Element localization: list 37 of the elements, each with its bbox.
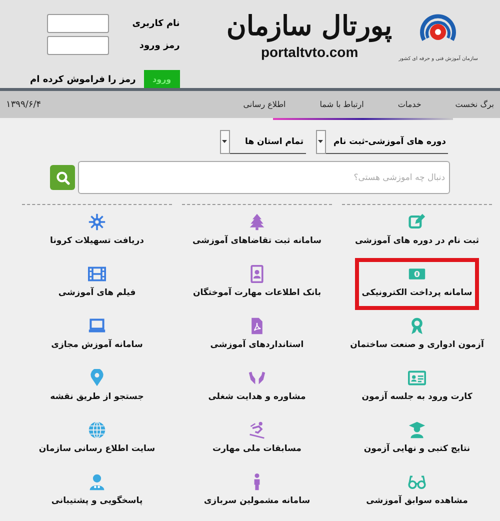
username-label: نام کاربری	[131, 18, 180, 28]
search-icon	[56, 170, 70, 184]
service-item[interactable]: استانداردهای آموزشی	[196, 310, 318, 362]
caret-icon	[222, 140, 228, 143]
service-item[interactable]: پاسخگویی و پشتیبانی	[36, 466, 158, 518]
username-field[interactable]	[47, 14, 110, 33]
password-field[interactable]	[47, 36, 110, 55]
dropdown[interactable]: دوره های آموزشی-ثبت نام	[316, 130, 448, 154]
dropdown[interactable]: تمام استان ها	[220, 130, 306, 154]
nav-item[interactable]: ارتباط با شما	[320, 100, 364, 109]
service-item[interactable]: کارت ورود به جلسه آزمون	[354, 362, 480, 414]
search-button[interactable]	[50, 165, 75, 190]
password-label: رمز ورود	[138, 40, 180, 50]
caret-icon	[318, 140, 324, 143]
service-item[interactable]: سامانه مشمولین سربازی	[196, 466, 318, 518]
nav-item[interactable]: خدمات	[398, 100, 422, 109]
logo-title: پورتال سازمان	[226, 10, 393, 44]
forgot-password-link[interactable]: رمز را فراموش کرده ام	[30, 74, 136, 84]
service-item[interactable]: آزمون ادواری و صنعت ساختمان	[343, 310, 491, 362]
service-item[interactable]: سامانه ثبت تقاضاهای آموزشی	[185, 206, 329, 258]
service-item[interactable]: دریافت تسهیلات کرونا	[36, 206, 158, 258]
service-item[interactable]: سامانه پرداخت الکترونیکی	[354, 258, 480, 310]
service-item[interactable]: فیلم های آموزشی	[36, 258, 158, 310]
service-item[interactable]: سایت اطلاع رسانی سازمان	[32, 414, 162, 466]
service-item[interactable]: مشاوره و هدایت شغلی	[196, 362, 318, 414]
service-item[interactable]: نتایج کتبی و نهایی آزمون	[356, 414, 478, 466]
service-item[interactable]: مشاهده سوابق آموزشی	[356, 466, 478, 518]
nav-item[interactable]: اطلاع رسانی	[243, 100, 286, 109]
search-field[interactable]: دنبال چه آموزشی هستی؟	[78, 161, 450, 194]
service-item[interactable]: ثبت نام در دوره های آموزشی	[348, 206, 486, 258]
service-item[interactable]: سامانه آموزش مجازی	[36, 310, 158, 362]
service-item[interactable]: مسابقات ملی مهارت	[196, 414, 318, 466]
logo-domain: portaltvto.com	[260, 44, 358, 60]
nav-item[interactable]: برگ نخست	[455, 100, 494, 109]
service-item[interactable]: بانک اطلاعات مهارت آموختگان	[186, 258, 328, 310]
date-label: ۱۳۹۹/۶/۴	[6, 100, 42, 110]
service-item[interactable]: جستجو از طریق نقشه	[36, 362, 158, 414]
